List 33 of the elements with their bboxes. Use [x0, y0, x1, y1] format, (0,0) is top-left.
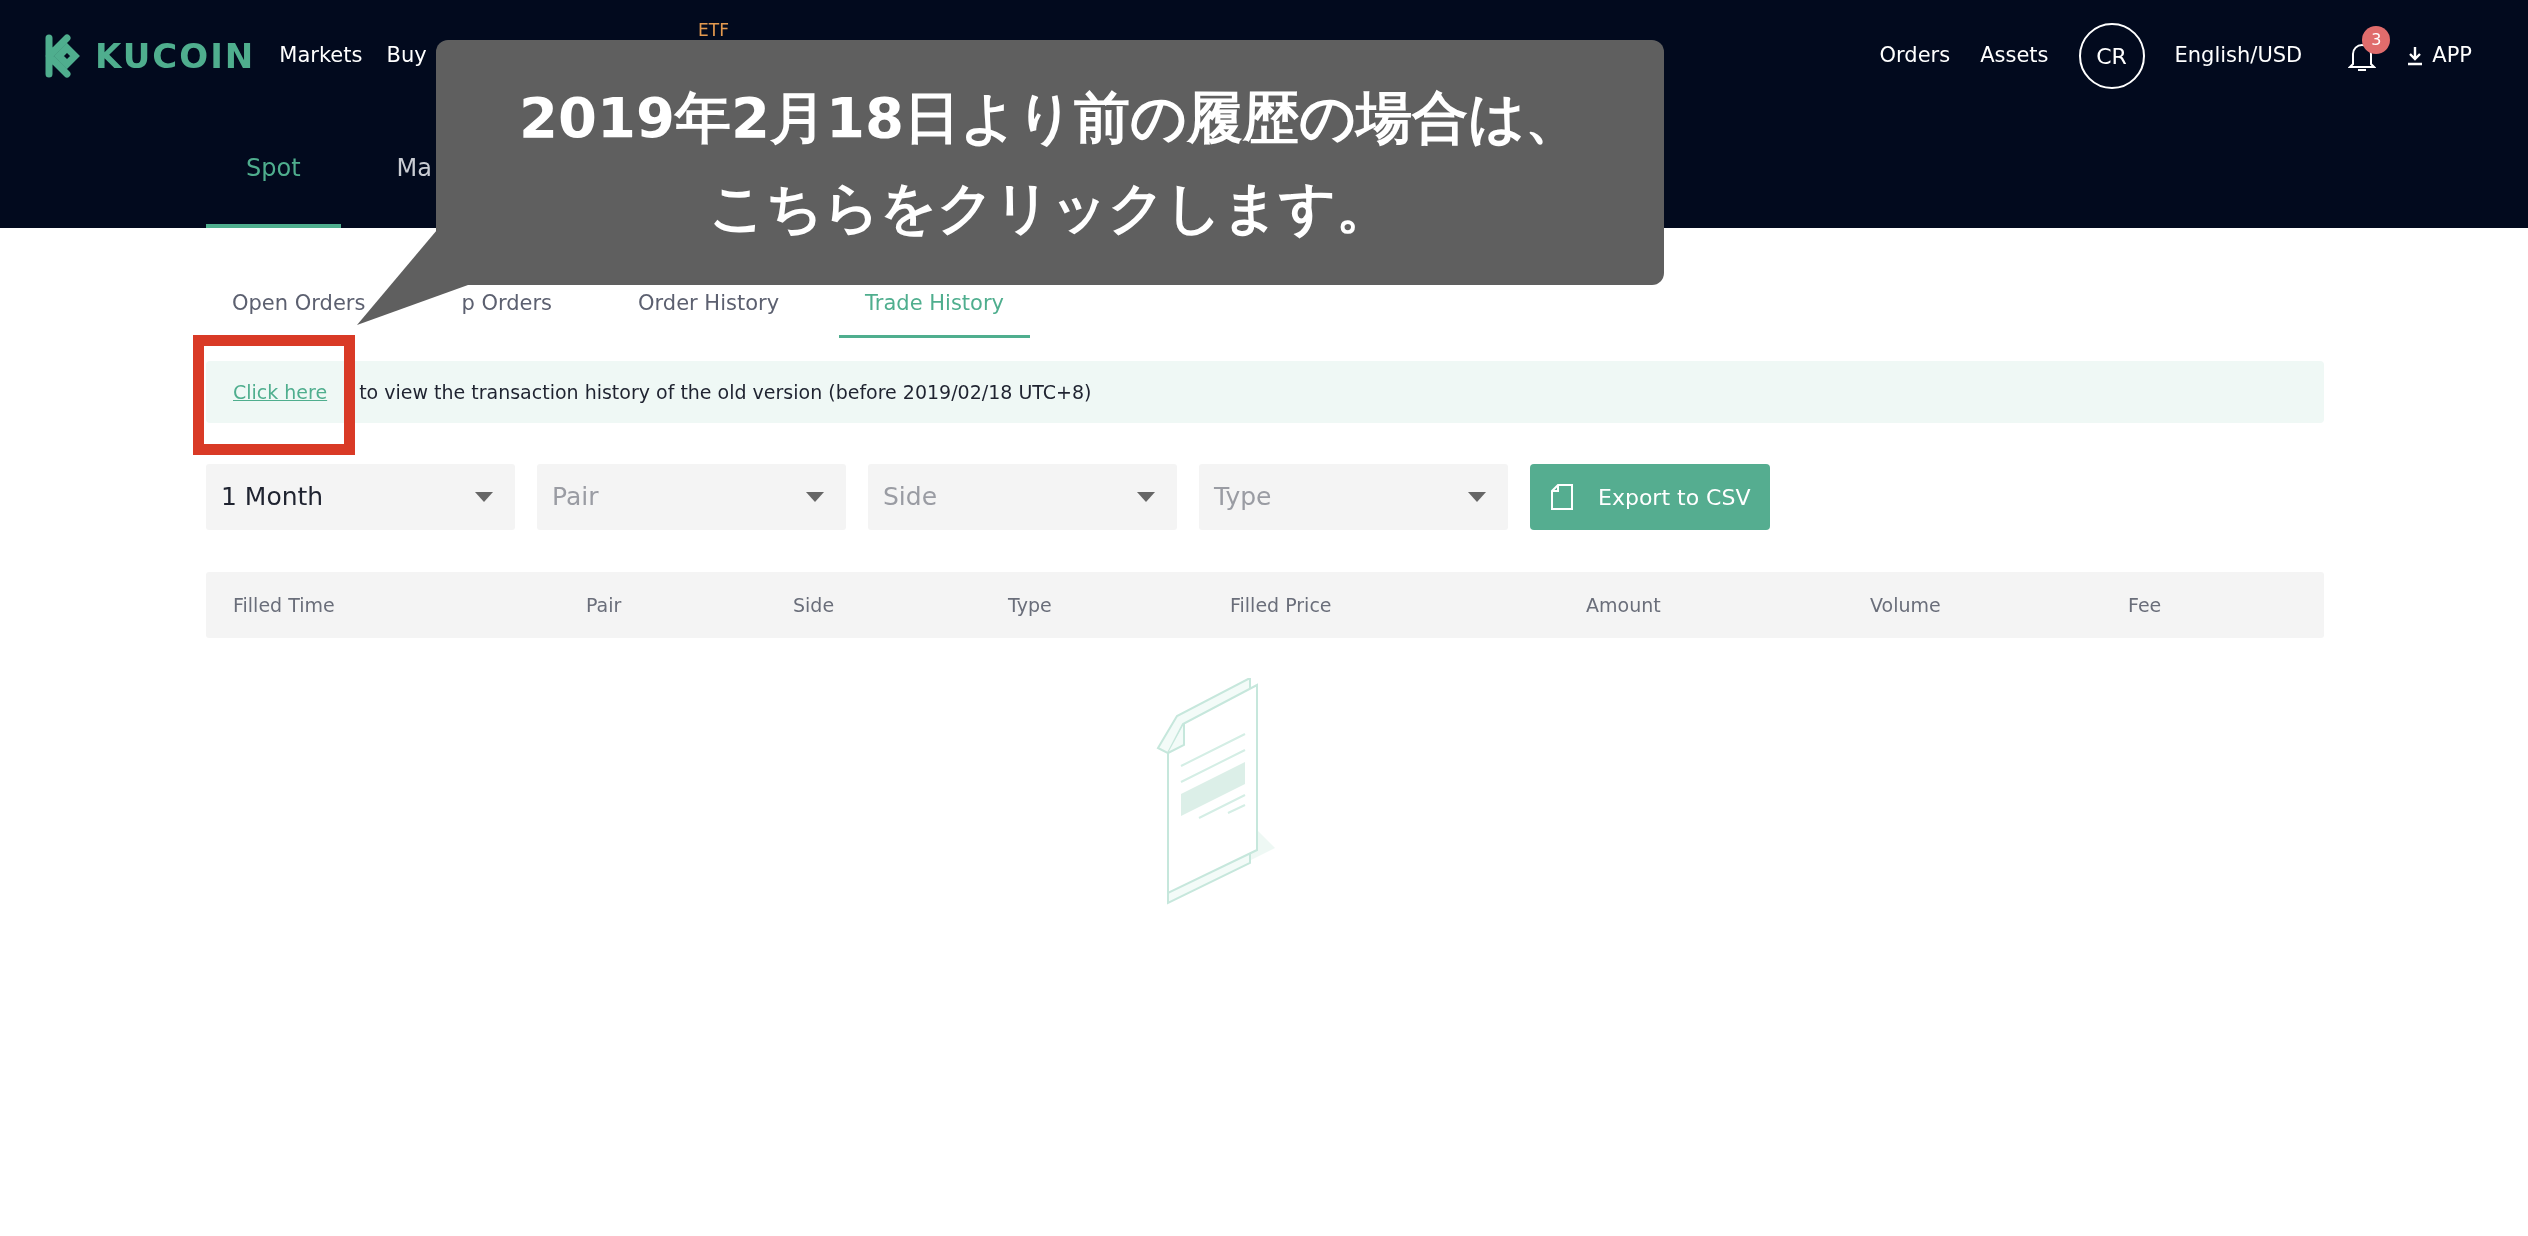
column-header: Pair: [586, 592, 622, 618]
nav-link[interactable]: Markets: [279, 40, 363, 72]
download-icon: [2406, 46, 2425, 66]
nav-link[interactable]: Assets: [1980, 40, 2049, 72]
column-header: Fee: [2128, 592, 2162, 618]
nav-link[interactable]: Orders: [1879, 40, 1951, 72]
caret-icon: [806, 492, 824, 502]
caret-icon: [1468, 492, 1486, 502]
market-tab[interactable]: Ma: [356, 112, 472, 228]
logo-text[interactable]: KUCOIN: [95, 30, 256, 82]
order-tab[interactable]: Order History: [612, 271, 806, 338]
column-header: Filled Price: [1230, 592, 1332, 618]
dropdown-field[interactable]: 1 Month: [206, 464, 515, 530]
download-app-link[interactable]: APP: [2406, 40, 2472, 72]
document-icon: [1550, 483, 1574, 511]
language-selector[interactable]: English/USD: [2174, 40, 2303, 72]
etf-label: ETF: [698, 19, 729, 42]
column-header: Amount: [1586, 592, 1661, 618]
caret-icon: [1137, 492, 1155, 502]
callout-text: こちらをクリックします。: [708, 173, 1392, 242]
column-header: Filled Time: [233, 592, 335, 618]
notification-count: 3: [2362, 26, 2391, 54]
notice-text: to view the transaction history of the old version (before 2019/02/18 UTC+8): [359, 379, 1092, 405]
order-tab[interactable]: Open Orders: [206, 271, 392, 338]
order-tab[interactable]: p Orders: [435, 271, 578, 338]
avatar[interactable]: CR: [2078, 23, 2145, 89]
callout-text: 2019年2月18日より前の履歴の場合は、: [519, 83, 1581, 152]
market-tab[interactable]: Spot: [206, 112, 341, 228]
caret-icon: [475, 492, 493, 502]
column-header: Volume: [1870, 592, 1941, 618]
column-header: Type: [1008, 592, 1052, 618]
column-header: Side: [793, 592, 835, 618]
nav-link[interactable]: Buy: [386, 40, 427, 72]
